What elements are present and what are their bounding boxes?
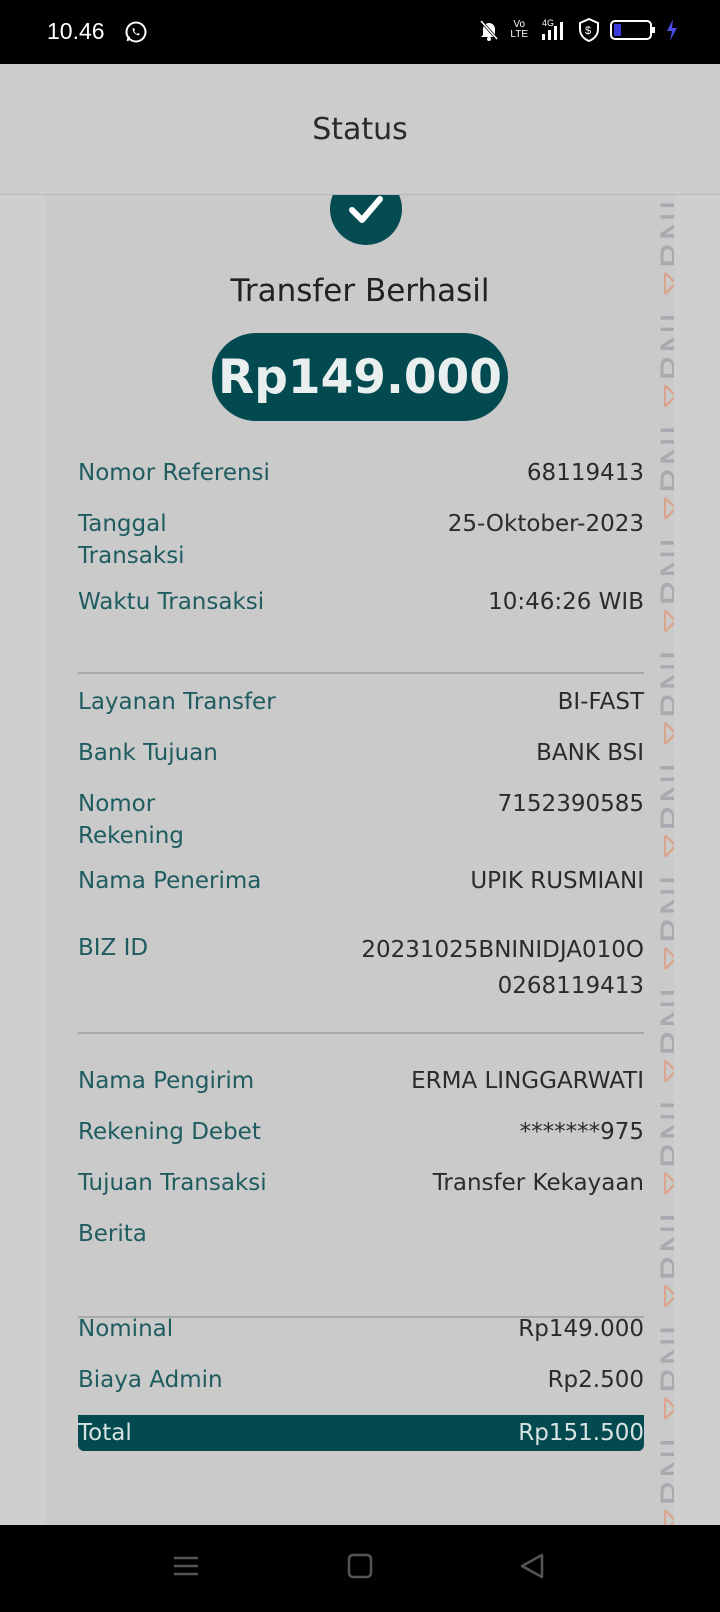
row-value: *******975 <box>519 1119 644 1145</box>
row-value: BI-FAST <box>557 689 644 715</box>
row-value: 68119413 <box>526 460 644 486</box>
home-icon[interactable] <box>346 1552 374 1584</box>
page-title: Status <box>312 112 408 147</box>
check-icon <box>330 195 402 245</box>
row-label: Tanggal Transaksi <box>78 511 185 569</box>
row-label: Layanan Transfer <box>78 689 276 715</box>
row-label: Nama Penerima <box>78 868 262 894</box>
divider <box>78 672 644 674</box>
row-label: Berita <box>78 1221 147 1247</box>
app-header: Status <box>0 64 720 195</box>
row-value: Rp149.000 <box>518 1316 644 1342</box>
status-icons: Vo LTE 4G $ <box>478 18 678 42</box>
row-label: BIZ ID <box>78 935 149 961</box>
charging-icon <box>666 19 678 41</box>
transfer-amount: Rp149.000 <box>212 333 508 421</box>
total-row: Total Rp151.500 <box>78 1415 644 1451</box>
total-label: Total <box>78 1420 132 1446</box>
battery-icon <box>610 19 656 41</box>
row-value: Rp2.500 <box>547 1367 644 1393</box>
svg-text:4G: 4G <box>542 18 554 28</box>
row-label: Waktu Transaksi <box>78 589 265 615</box>
row-label: Nominal <box>78 1316 174 1342</box>
row-value: UPIK RUSMIANI <box>470 868 644 894</box>
whatsapp-icon <box>124 20 148 44</box>
row-label: Bank Tujuan <box>78 740 218 766</box>
divider <box>78 1032 644 1034</box>
row-label: Nomor Rekening <box>78 791 184 849</box>
mute-icon <box>478 19 500 41</box>
status-time: 10.46 <box>47 18 105 44</box>
transfer-status-title: Transfer Berhasil <box>230 273 490 309</box>
row-label: Rekening Debet <box>78 1119 261 1145</box>
status-bar: 10.46 Vo LTE 4G $ <box>0 0 720 64</box>
row-value: 25-Oktober-2023 <box>447 511 644 537</box>
total-value: Rp151.500 <box>518 1420 644 1446</box>
row-value: 10:46:26 WIB <box>488 589 644 615</box>
row-label: Tujuan Transaksi <box>78 1170 267 1196</box>
back-icon[interactable] <box>518 1552 546 1584</box>
menu-icon[interactable] <box>172 1552 200 1584</box>
svg-text:$: $ <box>585 25 591 37</box>
row-value: ERMA LINGGARWATI <box>411 1068 644 1094</box>
vpn-shield-icon: $ <box>578 18 600 42</box>
row-label: Nama Pengirim <box>78 1068 255 1094</box>
row-label: Biaya Admin <box>78 1367 223 1393</box>
row-value: BANK BSI <box>536 740 644 766</box>
row-value: 7152390585 <box>497 791 644 817</box>
row-label: Nomor Referensi <box>78 460 270 486</box>
row-value: 20231025BNINIDJA010O0268119413 <box>361 937 644 999</box>
volte-icon: Vo LTE <box>510 19 528 40</box>
receipt-card: ⧖BNI ⧖BNI ⧖BNI ⧖BNI ⧖BNI ⧖BNI ⧖BNI ⧖BNI … <box>46 195 674 1525</box>
signal-4g-icon: 4G <box>538 18 568 42</box>
system-nav-bar <box>0 1525 720 1612</box>
row-value: Transfer Kekayaan <box>432 1170 644 1196</box>
